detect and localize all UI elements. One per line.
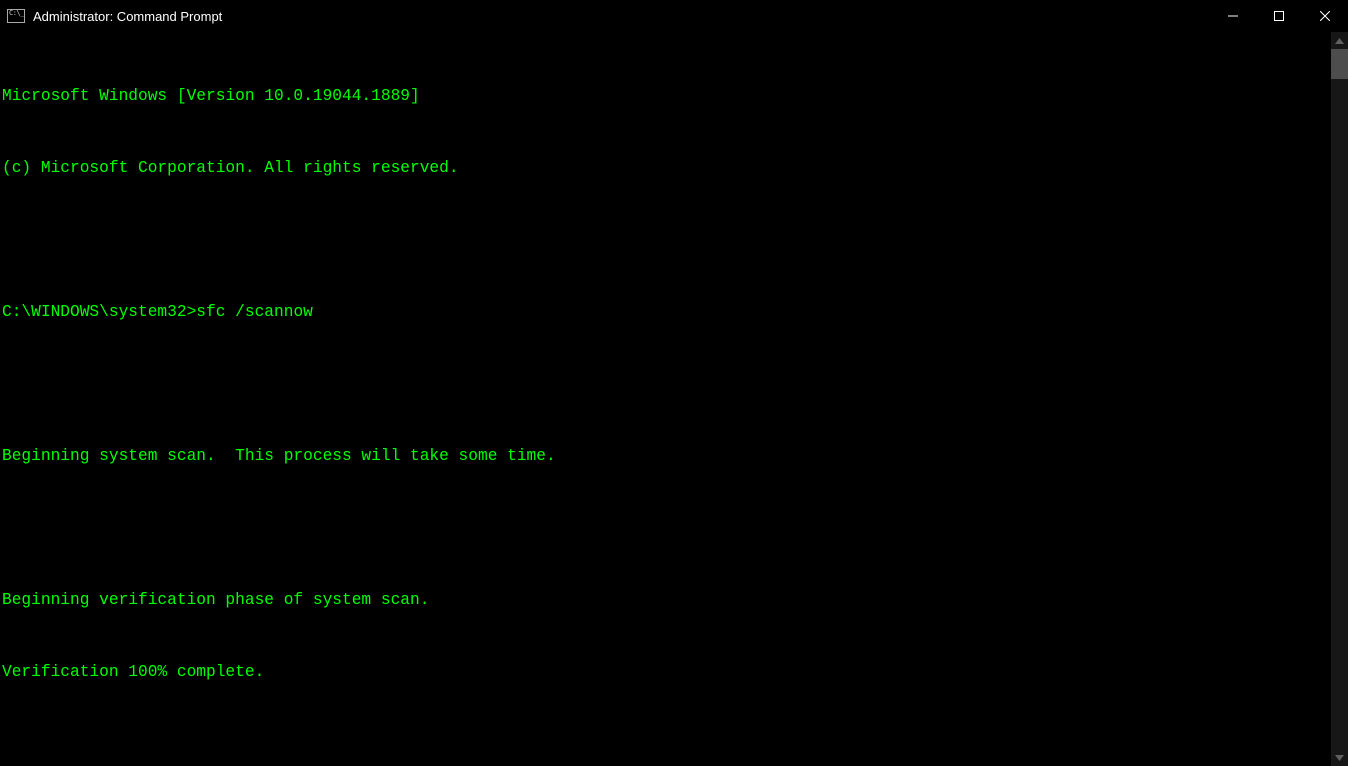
output-line bbox=[2, 732, 1329, 756]
output-line bbox=[2, 228, 1329, 252]
minimize-icon bbox=[1228, 11, 1238, 21]
scroll-thumb[interactable] bbox=[1331, 49, 1348, 79]
prompt-line: C:\WINDOWS\system32>sfc /scannow bbox=[2, 300, 1329, 324]
output-line: Beginning system scan. This process will… bbox=[2, 444, 1329, 468]
scroll-down-button[interactable] bbox=[1331, 749, 1348, 766]
terminal-body: Microsoft Windows [Version 10.0.19044.18… bbox=[0, 32, 1348, 766]
window-controls bbox=[1210, 0, 1348, 32]
window-title: Administrator: Command Prompt bbox=[33, 9, 222, 24]
output-line bbox=[2, 516, 1329, 540]
output-line: Beginning verification phase of system s… bbox=[2, 588, 1329, 612]
prompt: C:\WINDOWS\system32> bbox=[2, 303, 196, 321]
scroll-up-button[interactable] bbox=[1331, 32, 1348, 49]
command-text: sfc /scannow bbox=[196, 303, 313, 321]
vertical-scrollbar[interactable] bbox=[1331, 32, 1348, 766]
output-line: (c) Microsoft Corporation. All rights re… bbox=[2, 156, 1329, 180]
output-line: Verification 100% complete. bbox=[2, 660, 1329, 684]
maximize-icon bbox=[1274, 11, 1284, 21]
window-titlebar[interactable]: Administrator: Command Prompt bbox=[0, 0, 1348, 32]
scroll-up-icon bbox=[1335, 38, 1344, 44]
output-line: Microsoft Windows [Version 10.0.19044.18… bbox=[2, 84, 1329, 108]
close-icon bbox=[1320, 11, 1330, 21]
output-line bbox=[2, 372, 1329, 396]
cmd-icon bbox=[7, 9, 25, 23]
scroll-down-icon bbox=[1335, 755, 1344, 761]
minimize-button[interactable] bbox=[1210, 0, 1256, 32]
maximize-button[interactable] bbox=[1256, 0, 1302, 32]
close-button[interactable] bbox=[1302, 0, 1348, 32]
terminal-output[interactable]: Microsoft Windows [Version 10.0.19044.18… bbox=[0, 32, 1331, 766]
scroll-track[interactable] bbox=[1331, 49, 1348, 749]
